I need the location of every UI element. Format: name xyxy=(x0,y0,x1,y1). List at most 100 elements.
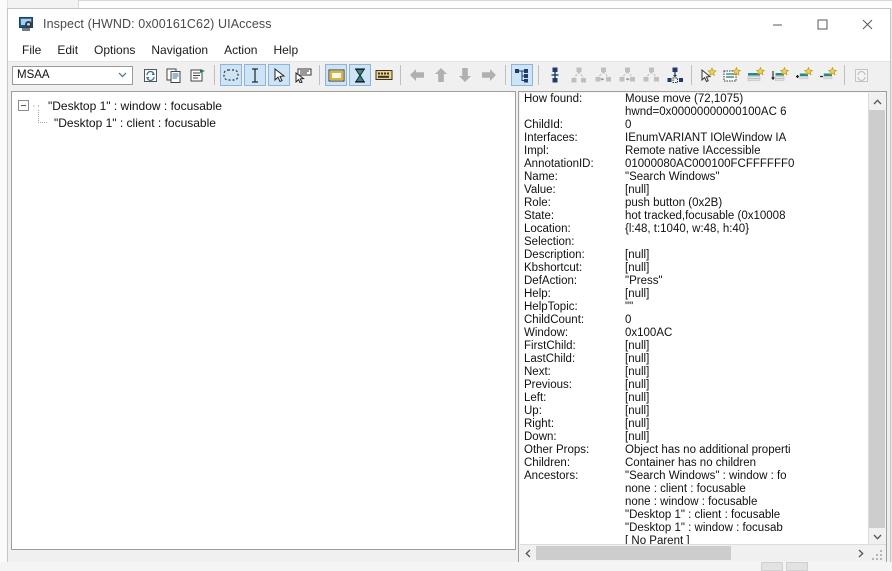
menu-edit[interactable]: Edit xyxy=(49,41,86,59)
scroll-thumb[interactable] xyxy=(536,546,731,560)
menu-help[interactable]: Help xyxy=(265,41,306,59)
refresh-disabled-icon xyxy=(854,68,868,82)
nav-descend-button[interactable] xyxy=(640,64,662,86)
tree-node-desktop-client[interactable]: "Desktop 1" : client : focusable xyxy=(18,109,515,131)
property-key: Selection: xyxy=(524,236,575,248)
grid-column-button[interactable] xyxy=(769,64,791,86)
taskbar-icon[interactable] xyxy=(761,562,783,571)
property-row: ChildId: 0 xyxy=(520,119,870,132)
focus-pointer-icon xyxy=(295,68,311,83)
property-row: none : client : focusable xyxy=(520,483,870,496)
accessibility-api-combobox[interactable]: MSAA xyxy=(12,65,133,85)
property-key: Down: xyxy=(524,431,557,443)
nav-children-button[interactable] xyxy=(568,64,590,86)
property-value: "Desktop 1" : client : focusable xyxy=(625,509,781,521)
nav-prev-sibling-button[interactable] xyxy=(592,64,614,86)
property-row: none : window : focusable xyxy=(520,496,870,509)
hierarchy-tree-icon xyxy=(515,68,528,82)
properties-button[interactable] xyxy=(187,64,209,86)
property-row: "Desktop 1" : client : focusable xyxy=(520,509,870,522)
properties-vertical-scrollbar[interactable] xyxy=(868,93,885,545)
property-value: [null] xyxy=(625,366,650,378)
property-key: Kbshortcut: xyxy=(524,262,583,274)
taskbar[interactable] xyxy=(0,562,892,571)
copy-button[interactable] xyxy=(163,64,185,86)
properties-horizontal-scrollbar[interactable] xyxy=(520,544,886,561)
window-title: Inspect (HWND: 0x00161C62) UIAccess xyxy=(43,17,272,31)
navigate-down-button[interactable] xyxy=(454,64,476,86)
property-row: HelpTopic: "" xyxy=(520,301,870,314)
property-key: Location: xyxy=(524,223,571,235)
refresh-tree-button[interactable] xyxy=(850,64,872,86)
scroll-thumb[interactable] xyxy=(869,110,885,528)
select-element-button[interactable] xyxy=(697,64,719,86)
remove-row-button[interactable] xyxy=(817,64,839,86)
property-key xyxy=(520,522,624,535)
nav-first-child-button[interactable] xyxy=(664,64,686,86)
property-key: FirstChild: xyxy=(524,340,576,352)
hourglass-icon xyxy=(355,67,365,83)
tree-view-button[interactable] xyxy=(511,64,533,86)
property-row: Ancestors: "Search Windows" : window : fo xyxy=(520,470,870,483)
navigate-up-button[interactable] xyxy=(430,64,452,86)
property-value: [null] xyxy=(625,379,650,391)
tree-node-desktop-window[interactable]: ·· "Desktop 1" : window : focusable xyxy=(18,97,515,114)
property-row: Next: [null] xyxy=(520,366,870,379)
close-button[interactable] xyxy=(845,9,890,39)
scroll-right-button[interactable] xyxy=(853,545,869,561)
show-info-tooltip-button[interactable] xyxy=(349,64,371,86)
scroll-up-button[interactable] xyxy=(869,93,885,110)
watch-focus-button[interactable] xyxy=(292,64,314,86)
node-children-icon xyxy=(571,67,586,83)
property-key: Role: xyxy=(524,197,551,209)
nav-parent-button[interactable] xyxy=(544,64,566,86)
watch-caret-button[interactable] xyxy=(244,64,266,86)
property-key xyxy=(520,106,624,119)
property-key xyxy=(520,483,624,496)
navigate-forward-button[interactable] xyxy=(478,64,500,86)
node-prev-sibling-icon xyxy=(595,67,611,82)
keyboard-button[interactable] xyxy=(373,64,395,86)
toolbar-separator xyxy=(691,65,692,85)
minimize-button[interactable] xyxy=(755,9,800,39)
property-value: [null] xyxy=(625,431,650,443)
combobox-value: MSAA xyxy=(17,69,50,81)
highlight-rectangle-button[interactable] xyxy=(325,64,347,86)
property-key: Window: xyxy=(524,327,569,339)
menu-action[interactable]: Action xyxy=(216,41,265,59)
chevron-left-icon xyxy=(525,549,531,557)
menu-options[interactable]: Options xyxy=(86,41,143,59)
property-value: hwnd=0x00000000000100AC 6 xyxy=(625,106,787,118)
properties-icon xyxy=(190,68,205,81)
property-value: push button (0x2B) xyxy=(625,197,723,209)
property-key: Value: xyxy=(524,184,556,196)
property-row: Kbshortcut: [null] xyxy=(520,262,870,275)
watch-rectangle-button[interactable] xyxy=(220,64,242,86)
add-row-button[interactable] xyxy=(793,64,815,86)
element-tree-pane[interactable]: ·· "Desktop 1" : window : focusable "Des… xyxy=(11,91,516,550)
navigate-back-button[interactable] xyxy=(406,64,428,86)
property-value: [null] xyxy=(625,249,650,261)
menu-bar: File Edit Options Navigation Action Help xyxy=(8,39,890,62)
property-key: Next: xyxy=(524,366,551,378)
maximize-button[interactable] xyxy=(800,9,845,39)
menu-file[interactable]: File xyxy=(14,41,49,59)
property-row: ChildCount: 0 xyxy=(520,314,870,327)
scroll-down-button[interactable] xyxy=(869,528,885,545)
grid-row-button[interactable] xyxy=(745,64,767,86)
refresh-button[interactable] xyxy=(139,64,161,86)
property-value: [null] xyxy=(625,353,650,365)
property-value: "Search Windows" : window : fo xyxy=(625,470,787,482)
property-row: FirstChild: [null] xyxy=(520,340,870,353)
watch-cursor-button[interactable] xyxy=(268,64,290,86)
menu-navigation[interactable]: Navigation xyxy=(143,41,216,59)
expander-collapse-icon[interactable] xyxy=(18,100,29,111)
scroll-left-button[interactable] xyxy=(520,545,536,561)
taskbar-icon[interactable] xyxy=(786,562,808,571)
property-row: Value: [null] xyxy=(520,184,870,197)
nav-next-sibling-button[interactable] xyxy=(616,64,638,86)
list-elements-button[interactable] xyxy=(721,64,743,86)
resize-grip[interactable] xyxy=(872,548,884,560)
properties-pane[interactable]: How found: Mouse move (72,1075) hwnd=0x00… xyxy=(518,91,887,563)
node-descend-icon xyxy=(643,67,659,82)
